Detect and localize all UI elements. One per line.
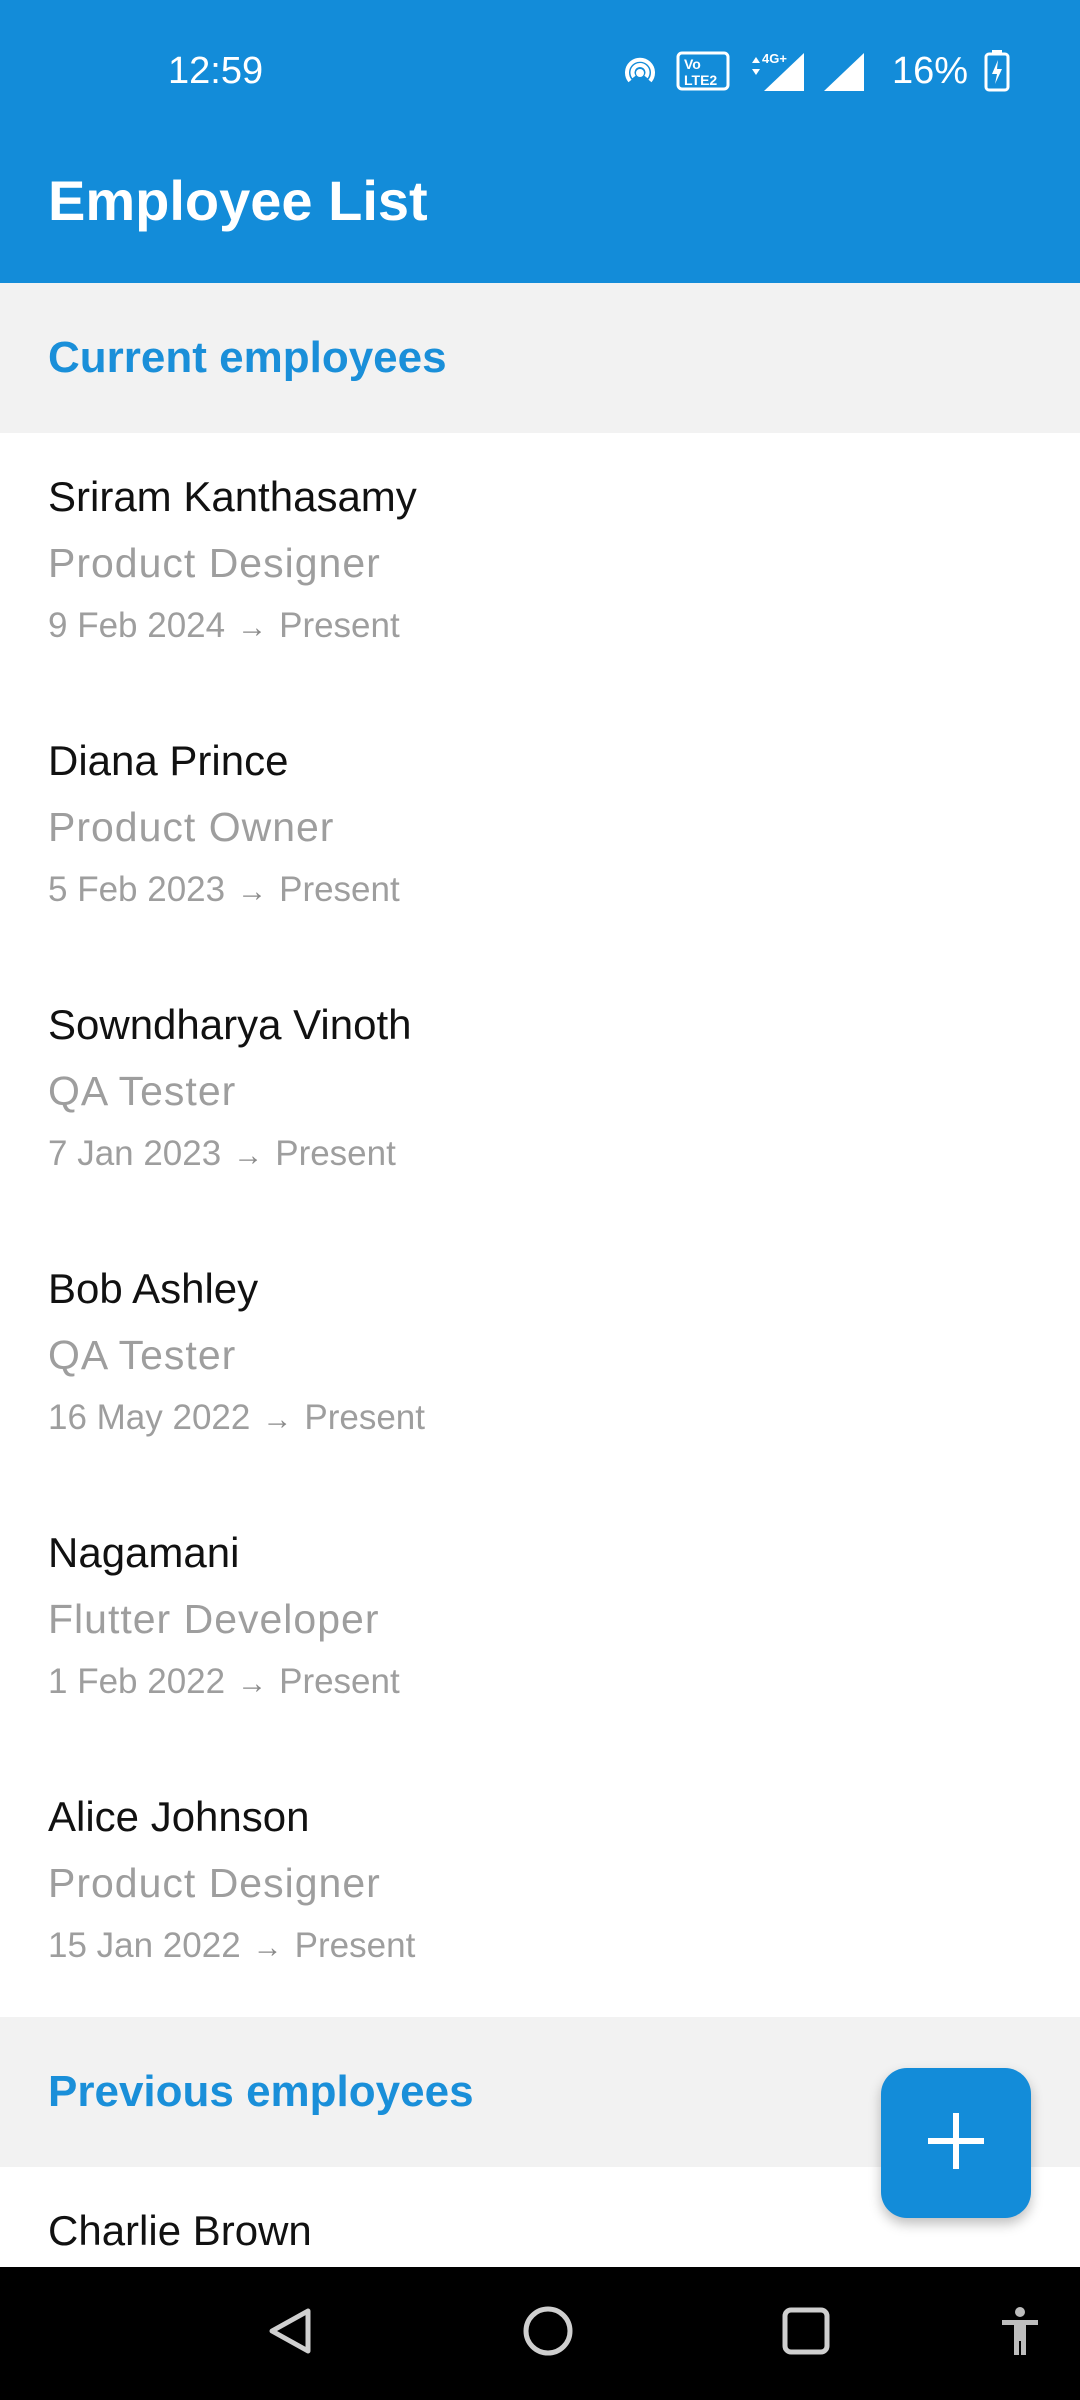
employee-role: QA Tester — [48, 1068, 237, 1114]
start-date: 9 Feb 2024 — [48, 606, 226, 645]
svg-text:4G+: 4G+ — [762, 51, 787, 66]
employee-dates: 9 Feb 2024 → Present — [48, 606, 400, 646]
end-date: Present — [279, 870, 400, 909]
section-title: Current employees — [48, 333, 447, 382]
arrow-icon: → — [237, 1667, 268, 1700]
status-time: 12:59 — [168, 50, 264, 92]
recents-button[interactable] — [766, 2267, 846, 2400]
home-icon — [521, 2304, 575, 2363]
employee-role: Flutter Developer — [48, 1596, 380, 1642]
back-button[interactable] — [250, 2267, 330, 2400]
arrow-icon: → — [233, 1139, 264, 1172]
employee-name: Nagamani — [48, 1529, 240, 1576]
back-icon — [264, 2305, 316, 2362]
employee-name: Diana Prince — [48, 737, 289, 784]
section-header-current: Current employees — [0, 283, 1080, 433]
employee-name: Sowndharya Vinoth — [48, 1001, 412, 1048]
accessibility-icon — [998, 2305, 1042, 2362]
employee-dates: 1 Feb 2022 → Present — [48, 1662, 400, 1702]
employee-name: Bob Ashley — [48, 1265, 259, 1312]
start-date: 15 Jan 2022 — [48, 1926, 241, 1965]
employee-dates: 15 Jan 2022 → Present — [48, 1926, 415, 1966]
employee-row[interactable]: Bob Ashley QA Tester 16 May 2022 → Prese… — [0, 1225, 1080, 1489]
start-date: 1 Feb 2022 — [48, 1662, 226, 1701]
employee-name: Alice Johnson — [48, 1793, 310, 1840]
arrow-icon: → — [262, 1403, 293, 1436]
end-date: Present — [294, 1926, 416, 1965]
employee-role: Product Designer — [48, 540, 381, 586]
signal-icon — [822, 49, 866, 93]
end-date: Present — [275, 1134, 396, 1173]
screen: 12:59 Vo LTE2 4G+ 16% Employee List Curr… — [0, 0, 1080, 2400]
arrow-icon: → — [252, 1931, 283, 1964]
svg-text:LTE2: LTE2 — [684, 72, 717, 88]
employee-dates: 16 May 2022 → Present — [48, 1398, 425, 1438]
employee-row[interactable]: Alice Johnson Product Designer 15 Jan 20… — [0, 1753, 1080, 2017]
hotspot-icon — [620, 51, 660, 91]
navigation-bar — [0, 2267, 1080, 2400]
recents-icon — [780, 2305, 832, 2362]
employee-role: QA Tester — [48, 1332, 237, 1378]
employee-row[interactable]: Diana Prince Product Owner 5 Feb 2023 → … — [0, 697, 1080, 961]
employee-role: Product Designer — [48, 1860, 381, 1906]
4g-data-icon: 4G+ — [746, 49, 806, 93]
employee-name: Charlie Brown — [48, 2207, 312, 2254]
employee-row[interactable]: Sriram Kanthasamy Product Designer 9 Feb… — [0, 433, 1080, 697]
svg-text:Vo: Vo — [684, 56, 701, 72]
volte-icon: Vo LTE2 — [676, 51, 730, 91]
start-date: 16 May 2022 — [48, 1398, 251, 1437]
arrow-icon: → — [237, 875, 268, 908]
employee-dates: 7 Jan 2023 → Present — [48, 1134, 396, 1174]
employee-name: Sriram Kanthasamy — [48, 473, 417, 520]
page-title: Employee List — [48, 169, 428, 232]
battery-percent: 16% — [891, 49, 968, 92]
section-title: Previous employees — [48, 2067, 474, 2116]
plus-icon — [926, 2111, 986, 2176]
end-date: Present — [304, 1398, 425, 1437]
accessibility-button[interactable] — [990, 2267, 1050, 2400]
end-date: Present — [279, 1662, 400, 1701]
start-date: 7 Jan 2023 — [48, 1134, 222, 1173]
status-icons: Vo LTE2 4G+ 16% — [620, 46, 1010, 96]
app-bar: 12:59 Vo LTE2 4G+ 16% Employee List — [0, 0, 1080, 283]
employee-dates: 5 Feb 2023 → Present — [48, 870, 400, 910]
employee-row[interactable]: Nagamani Flutter Developer 1 Feb 2022 → … — [0, 1489, 1080, 1753]
end-date: Present — [279, 606, 400, 645]
add-employee-button[interactable] — [881, 2068, 1031, 2218]
home-button[interactable] — [508, 2267, 588, 2400]
employee-row[interactable]: Sowndharya Vinoth QA Tester 7 Jan 2023 →… — [0, 961, 1080, 1225]
employee-role: Product Owner — [48, 804, 335, 850]
battery-icon — [984, 50, 1010, 92]
start-date: 5 Feb 2023 — [48, 870, 226, 909]
arrow-icon: → — [237, 611, 268, 644]
